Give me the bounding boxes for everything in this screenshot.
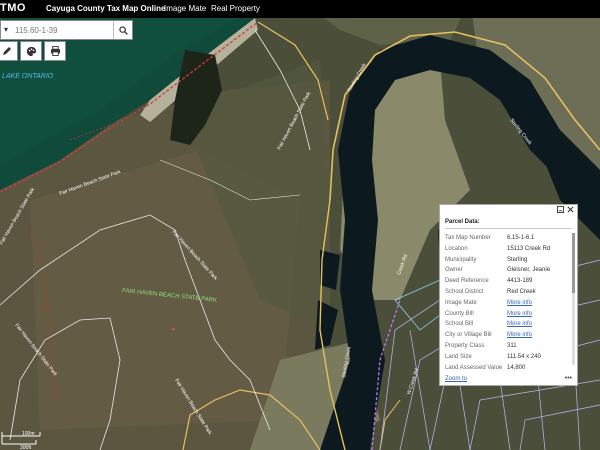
parcel-field-label: Location <box>445 245 468 252</box>
parcel-field-value: 111.54 x 240 <box>507 353 541 360</box>
parcel-field-label: Land Size <box>445 353 472 360</box>
parcel-field-row: Land Assessed Value 14,800 <box>445 363 571 374</box>
parcel-data-panel: Parcel Data: Tax Map Number 6.15-1-6.1 Loc… <box>439 204 578 386</box>
parcel-field-label: Land Assessed Value <box>445 364 503 371</box>
parcel-field-label: Property Class <box>445 342 485 349</box>
parcel-field-row: Location 15113 Creek Rd <box>445 244 571 255</box>
more-options-button[interactable]: ••• <box>565 375 572 382</box>
parcel-field-row: Land Size 111.54 x 240 <box>445 352 571 363</box>
app-title: Cayuga County Tax Map Online <box>46 4 166 13</box>
parcel-field-value: Red Creek <box>507 288 536 295</box>
parcel-field-label: School Bill <box>445 321 474 328</box>
divider <box>445 228 572 229</box>
search-icon <box>118 25 128 35</box>
parcel-field-row: Owner Gleisner, Jeanie <box>445 265 571 276</box>
parcel-field-value: 15113 Creek Rd <box>507 245 551 252</box>
parcel-field-link[interactable]: More info <box>507 309 532 320</box>
parcel-field-link[interactable]: More info <box>507 330 532 341</box>
search-button[interactable] <box>113 21 132 39</box>
parcel-field-label: Tax Map Number <box>445 235 491 241</box>
parcel-field-label: School District <box>445 288 484 295</box>
parcel-field-label: Owner <box>445 267 463 274</box>
parcel-field-link[interactable]: More info <box>507 298 532 309</box>
parcel-field-value: Gleisner, Jeanie <box>507 267 551 274</box>
search-input[interactable] <box>15 22 113 38</box>
minimize-icon[interactable] <box>557 206 564 213</box>
parcel-field-label: Deed Reference <box>445 278 489 285</box>
edit-tool-button[interactable] <box>0 41 18 61</box>
parcel-field-row: Municipality Sterling <box>445 255 571 266</box>
search-type-dropdown[interactable]: ▾ <box>1 21 11 39</box>
parcel-field-label: County Bill <box>445 310 474 317</box>
print-button[interactable] <box>44 41 66 61</box>
panel-title: Parcel Data: <box>445 219 480 225</box>
parcel-field-row: County Bill More info <box>445 309 571 320</box>
lake-label: LAKE ONTARIO <box>2 73 54 80</box>
app-logo[interactable]: TMO <box>0 2 26 14</box>
pencil-icon <box>3 47 11 55</box>
parcel-field-row: School Bill More info <box>445 319 571 330</box>
palette-icon <box>26 46 36 56</box>
parcel-field-row: Deed Reference 4413-189 <box>445 276 571 287</box>
panel-footer: Zoom to ••• <box>445 375 572 384</box>
panel-scrollbar[interactable] <box>572 233 575 365</box>
parcel-field-value: 6.15-1-6.1 <box>507 235 535 241</box>
parcel-field-row: Tax Map Number 6.15-1-6.1 <box>445 233 571 244</box>
parcel-field-row: School District Red Creek <box>445 287 571 298</box>
parcel-field-label: City or Village Bill <box>445 332 492 339</box>
basemap-button[interactable] <box>20 41 42 61</box>
top-bar: TMO Cayuga County Tax Map Online Image M… <box>0 0 600 18</box>
parcel-field-value: 14,800 <box>507 364 526 371</box>
parcel-field-list: Tax Map Number 6.15-1-6.1 Location 15113 Cr… <box>445 233 571 373</box>
parcel-field-value: 311 <box>507 342 517 349</box>
scale-bar: 100m 300ft <box>1 431 41 450</box>
parcel-field-label: Image Mate <box>445 299 477 306</box>
parcel-field-value: 4413-189 <box>507 278 533 285</box>
print-icon <box>50 46 60 56</box>
parcel-field-value: Sterling <box>507 256 528 263</box>
panel-header <box>440 205 577 215</box>
parcel-field-row: Image Mate More info <box>445 298 571 309</box>
scale-metric: 100m <box>22 431 35 437</box>
zoom-to-link[interactable]: Zoom to <box>445 376 467 382</box>
parcel-field-link[interactable]: More info <box>507 319 532 330</box>
close-icon[interactable] <box>567 206 574 213</box>
parcel-search: ▾ <box>0 20 133 40</box>
parcel-field-row: Property Class 311 <box>445 341 571 352</box>
parcel-field-label: Municipality <box>445 256 477 263</box>
nav-image-mate[interactable]: Image Mate <box>164 4 206 13</box>
parcel-field-row: City or Village Bill More info <box>445 330 571 341</box>
nav-real-property[interactable]: Real Property <box>211 4 260 13</box>
scale-imperial: 300ft <box>20 445 32 450</box>
